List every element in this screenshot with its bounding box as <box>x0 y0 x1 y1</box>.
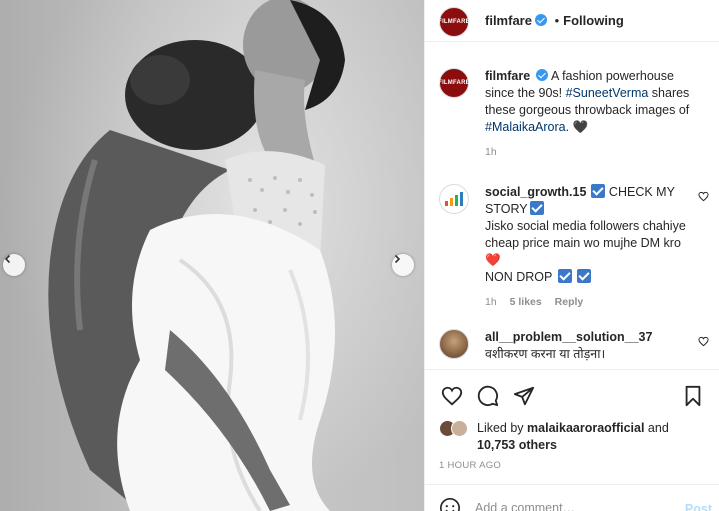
caption-author-avatar[interactable]: FILMFARE <box>438 68 470 98</box>
check-box-emoji <box>529 201 544 215</box>
author-avatar[interactable]: FILMFARE <box>438 7 470 37</box>
chevron-left-icon <box>4 254 11 264</box>
author-username-row: filmfare • Following <box>485 13 624 28</box>
author-username[interactable]: filmfare <box>485 13 532 28</box>
growth-chart-icon <box>445 192 463 206</box>
action-bar <box>425 369 719 421</box>
liker-avatar[interactable] <box>451 420 468 437</box>
bookmark-icon <box>685 385 701 407</box>
caption-body: filmfare A fashion powerhouse since the … <box>485 68 697 161</box>
separator-dot: • <box>554 13 560 28</box>
photo-illustration <box>48 0 345 511</box>
caption-username[interactable]: filmfare <box>485 69 530 83</box>
comment-text: वशीकरण करना या तोड़ना। <box>485 347 606 361</box>
comment-line-3-row: NON DROP <box>485 269 697 286</box>
comment-button[interactable] <box>475 383 501 409</box>
add-comment-input[interactable] <box>475 501 675 511</box>
hashtag-malaikaarora[interactable]: #MalaikaArora <box>485 120 566 134</box>
comment-line-2: Jisko social media followers chahiye che… <box>485 219 686 250</box>
comment-bubble-icon <box>477 385 499 407</box>
black-heart-emoji: 🖤 <box>572 120 589 134</box>
paper-plane-icon <box>513 386 535 406</box>
verified-badge-icon <box>536 69 549 81</box>
post-side-panel: FILMFARE filmfare • Following FILMFARE fi… <box>424 0 719 511</box>
comment-body: social_growth.15 CHECK MY STORY Jisko so… <box>485 184 697 311</box>
following-button[interactable]: Following <box>563 13 624 28</box>
emoji-icon[interactable] <box>439 497 461 511</box>
comment-time: 1h <box>485 296 497 308</box>
instagram-post-view: FILMFARE filmfare • Following FILMFARE fi… <box>0 0 719 511</box>
liked-by-user[interactable]: malaikaaroraofficial <box>527 421 644 435</box>
check-box-emoji <box>577 269 592 283</box>
comment-likes[interactable]: 5 likes <box>510 296 542 308</box>
likes-text: Liked by malaikaaroraofficial and 10,753 … <box>477 420 707 454</box>
liker-avatars <box>439 420 473 438</box>
likes-count[interactable]: 10,753 others <box>477 438 557 452</box>
add-comment-bar: Post <box>425 484 719 511</box>
verified-badge-icon <box>534 14 547 26</box>
check-box-emoji <box>591 184 606 198</box>
like-comment-heart-icon[interactable] <box>698 191 709 202</box>
post-timestamp: 1 HOUR AGO <box>439 460 502 471</box>
comment-meta: 1h 5 likes Reply <box>485 294 697 311</box>
post-photo[interactable] <box>0 0 424 511</box>
commenter-avatar[interactable] <box>439 184 469 214</box>
post-comment-button[interactable]: Post <box>685 502 712 511</box>
likes-mid: and <box>644 421 669 435</box>
red-heart-emoji: ❤️ <box>485 253 501 267</box>
comment-username[interactable]: social_growth.15 <box>485 185 586 199</box>
like-button[interactable] <box>439 383 465 409</box>
like-comment-heart-icon[interactable] <box>698 336 709 347</box>
caption-text-3: . <box>565 120 573 134</box>
post-header: FILMFARE filmfare • Following <box>425 0 719 42</box>
check-box-emoji <box>557 269 572 283</box>
comment-line-3: NON DROP <box>485 270 553 284</box>
commenter-avatar[interactable] <box>439 329 469 359</box>
comment-body: all__problem__solution__37 वशीकरण करना य… <box>485 329 697 363</box>
likes-prefix: Liked by <box>477 421 528 435</box>
heart-icon <box>441 386 463 406</box>
caption-meta: 1h <box>485 144 697 161</box>
next-image-button[interactable] <box>392 254 414 276</box>
chevron-right-icon <box>394 254 401 264</box>
share-button[interactable] <box>511 383 537 409</box>
save-button[interactable] <box>680 383 706 409</box>
previous-image-button[interactable] <box>3 254 25 276</box>
comment-username[interactable]: all__problem__solution__37 <box>485 329 694 346</box>
reply-button[interactable]: Reply <box>555 296 584 308</box>
caption-time: 1h <box>485 146 497 158</box>
hashtag-suneetverma[interactable]: #SuneetVerma <box>566 86 649 100</box>
comments-list[interactable]: FILMFARE filmfare A fashion powerhouse s… <box>425 42 719 369</box>
